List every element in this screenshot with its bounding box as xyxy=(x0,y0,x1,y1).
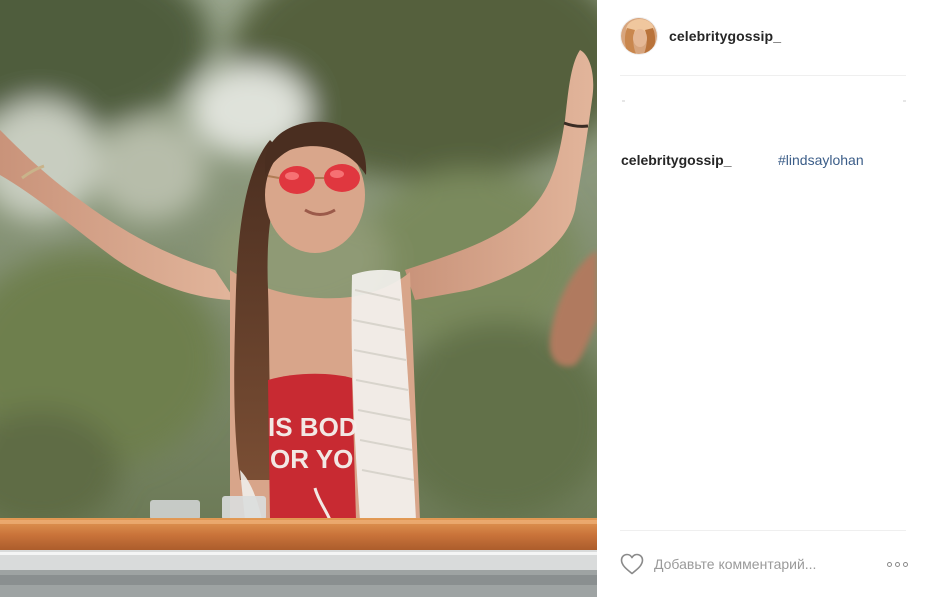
footer-divider xyxy=(620,530,906,531)
more-dot xyxy=(887,561,892,567)
header-divider xyxy=(620,75,906,76)
post-photo[interactable]: IS BOD OR YO xyxy=(0,0,597,597)
instagram-post: IS BOD OR YO celebritygossip_ celebrityg… xyxy=(0,0,929,597)
avatar-image xyxy=(621,18,657,54)
photo-illustration: IS BOD OR YO xyxy=(0,0,597,597)
faint-separator xyxy=(622,100,906,102)
shirt-text-line1: IS BOD xyxy=(268,412,358,442)
comment-bar xyxy=(620,550,910,578)
post-caption: celebritygossip_ #lindsaylohan xyxy=(621,152,907,168)
more-options-icon[interactable] xyxy=(885,558,910,571)
post-side-panel: celebritygossip_ celebritygossip_ #linds… xyxy=(597,0,929,597)
comment-input[interactable] xyxy=(654,556,864,572)
more-dot xyxy=(903,561,908,567)
shirt-text-line2: OR YO xyxy=(270,444,353,474)
post-header: celebritygossip_ xyxy=(620,16,908,56)
username-link[interactable]: celebritygossip_ xyxy=(669,28,781,44)
more-dot xyxy=(895,561,900,567)
heart-icon[interactable] xyxy=(620,553,644,575)
avatar[interactable] xyxy=(620,17,658,55)
hashtag-link[interactable]: #lindsaylohan xyxy=(778,152,864,168)
caption-author-link[interactable]: celebritygossip_ xyxy=(621,152,732,168)
